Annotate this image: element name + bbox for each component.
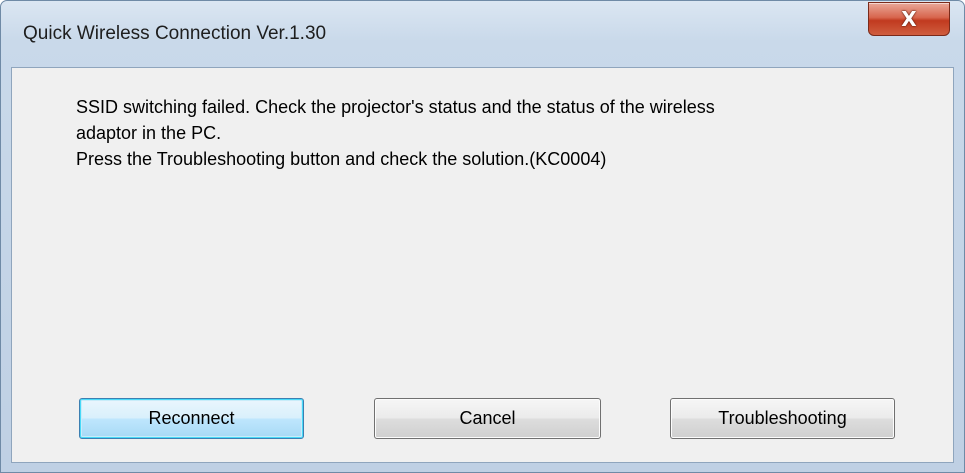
- message-line: adaptor in the PC.: [76, 123, 222, 143]
- dialog-content: SSID switching failed. Check the project…: [11, 67, 954, 463]
- window-title: Quick Wireless Connection Ver.1.30: [23, 23, 327, 44]
- message-line: Press the Troubleshooting button and che…: [76, 149, 607, 169]
- title-bar[interactable]: Quick Wireless Connection Ver.1.30 X: [1, 1, 964, 67]
- message-line: SSID switching failed. Check the project…: [76, 97, 715, 117]
- reconnect-button[interactable]: Reconnect: [79, 398, 304, 439]
- error-message: SSID switching failed. Check the project…: [76, 94, 876, 172]
- cancel-button[interactable]: Cancel: [374, 398, 601, 439]
- troubleshooting-button[interactable]: Troubleshooting: [670, 398, 895, 439]
- dialog-window: Quick Wireless Connection Ver.1.30 X SSI…: [0, 0, 965, 473]
- close-icon: X: [901, 7, 917, 31]
- close-button[interactable]: X: [868, 2, 950, 36]
